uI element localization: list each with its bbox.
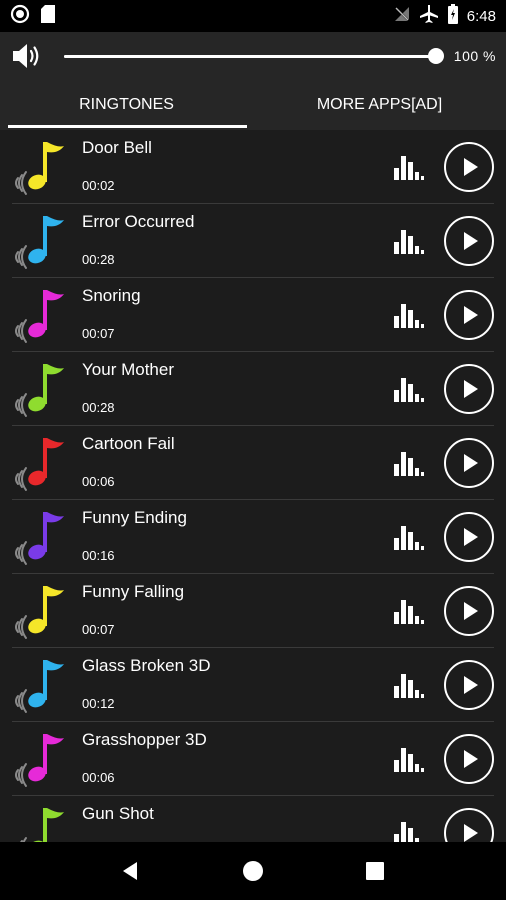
list-item[interactable]: Error Occurred 00:28	[12, 204, 494, 278]
volume-slider-fill	[64, 55, 436, 58]
play-button[interactable]	[444, 512, 494, 562]
ringtone-list[interactable]: Door Bell 00:02 Error Occurred 00:28 Snoring…	[0, 130, 506, 842]
home-icon[interactable]	[238, 856, 268, 886]
airplane-icon	[419, 4, 439, 29]
sd-card-icon	[40, 4, 56, 29]
play-button[interactable]	[444, 290, 494, 340]
play-icon	[464, 676, 478, 694]
equalizer-icon[interactable]	[394, 672, 426, 698]
ringtone-duration: 00:06	[82, 770, 115, 785]
music-note-icon	[12, 212, 76, 270]
ringtone-title: Glass Broken 3D	[82, 656, 211, 675]
equalizer-icon[interactable]	[394, 302, 426, 328]
play-icon	[464, 158, 478, 176]
status-time: 6:48	[466, 7, 496, 25]
list-item[interactable]: Funny Ending 00:16	[12, 500, 494, 574]
play-button[interactable]	[444, 142, 494, 192]
play-button[interactable]	[444, 364, 494, 414]
record-icon	[10, 4, 30, 29]
play-icon	[464, 824, 478, 842]
recents-icon[interactable]	[360, 856, 390, 886]
volume-bar: 100 %	[0, 32, 506, 80]
battery-icon	[447, 3, 459, 29]
list-item[interactable]: Gun Shot	[12, 796, 494, 842]
list-item[interactable]: Your Mother 00:28	[12, 352, 494, 426]
equalizer-icon[interactable]	[394, 746, 426, 772]
play-icon	[464, 306, 478, 324]
ringtone-duration: 00:28	[82, 400, 115, 415]
ringtone-duration: 00:16	[82, 548, 115, 563]
tab-bar: RINGTONES MORE APPS[AD]	[0, 80, 506, 130]
play-icon	[464, 454, 478, 472]
play-button[interactable]	[444, 734, 494, 784]
music-note-icon	[12, 138, 76, 196]
music-note-icon	[12, 656, 76, 714]
list-item[interactable]: Glass Broken 3D 00:12	[12, 648, 494, 722]
ringtone-title: Funny Falling	[82, 582, 185, 601]
play-button[interactable]	[444, 216, 494, 266]
equalizer-icon[interactable]	[394, 598, 426, 624]
equalizer-icon[interactable]	[394, 524, 426, 550]
navigation-bar	[0, 842, 506, 900]
equalizer-icon[interactable]	[394, 154, 426, 180]
ringtone-title: Your Mother	[82, 360, 174, 379]
list-item[interactable]: Grasshopper 3D 00:06	[12, 722, 494, 796]
equalizer-icon[interactable]	[394, 450, 426, 476]
ringtone-title: Door Bell	[82, 138, 152, 157]
play-icon	[464, 380, 478, 398]
no-signal-icon	[393, 5, 411, 28]
list-item[interactable]: Snoring 00:07	[12, 278, 494, 352]
ringtone-title: Snoring	[82, 286, 141, 305]
ringtone-duration: 00:28	[82, 252, 115, 267]
equalizer-icon[interactable]	[394, 376, 426, 402]
equalizer-icon[interactable]	[394, 228, 426, 254]
tab-selected-indicator	[8, 125, 247, 128]
list-item[interactable]: Funny Falling 00:07	[12, 574, 494, 648]
music-note-icon	[12, 804, 76, 842]
app-screen: 6:48 100 % RINGTONES MORE APPS[AD] Door …	[0, 0, 506, 900]
music-note-icon	[12, 582, 76, 640]
tab-ringtones[interactable]: RINGTONES	[0, 80, 253, 130]
music-note-icon	[12, 434, 76, 492]
ringtone-title: Error Occurred	[82, 212, 195, 231]
ringtone-title: Grasshopper 3D	[82, 730, 207, 749]
tab-more-apps[interactable]: MORE APPS[AD]	[253, 80, 506, 130]
play-icon	[464, 528, 478, 546]
music-note-icon	[12, 508, 76, 566]
volume-slider-thumb[interactable]	[428, 48, 444, 64]
play-icon	[464, 232, 478, 250]
music-note-icon	[12, 360, 76, 418]
back-icon[interactable]	[116, 856, 146, 886]
ringtone-duration: 00:06	[82, 474, 115, 489]
ringtone-duration: 00:07	[82, 326, 115, 341]
play-button[interactable]	[444, 438, 494, 488]
volume-percent: 100 %	[453, 48, 496, 64]
music-note-icon	[12, 286, 76, 344]
list-item[interactable]: Cartoon Fail 00:06	[12, 426, 494, 500]
ringtone-title: Cartoon Fail	[82, 434, 175, 453]
ringtone-title: Gun Shot	[82, 804, 154, 823]
ringtone-duration: 00:12	[82, 696, 115, 711]
play-button[interactable]	[444, 586, 494, 636]
ringtone-duration: 00:02	[82, 178, 115, 193]
ringtone-duration: 00:07	[82, 622, 115, 637]
speaker-icon[interactable]	[10, 39, 44, 73]
play-button[interactable]	[444, 660, 494, 710]
status-bar: 6:48	[0, 0, 506, 32]
equalizer-icon[interactable]	[394, 820, 426, 842]
list-item[interactable]: Door Bell 00:02	[12, 130, 494, 204]
tab-label: RINGTONES	[79, 96, 174, 113]
play-button[interactable]	[444, 808, 494, 842]
music-note-icon	[12, 730, 76, 788]
play-icon	[464, 602, 478, 620]
play-icon	[464, 750, 478, 768]
tab-label: MORE APPS[AD]	[316, 96, 443, 113]
ringtone-title: Funny Ending	[82, 508, 187, 527]
volume-slider[interactable]	[64, 46, 444, 66]
